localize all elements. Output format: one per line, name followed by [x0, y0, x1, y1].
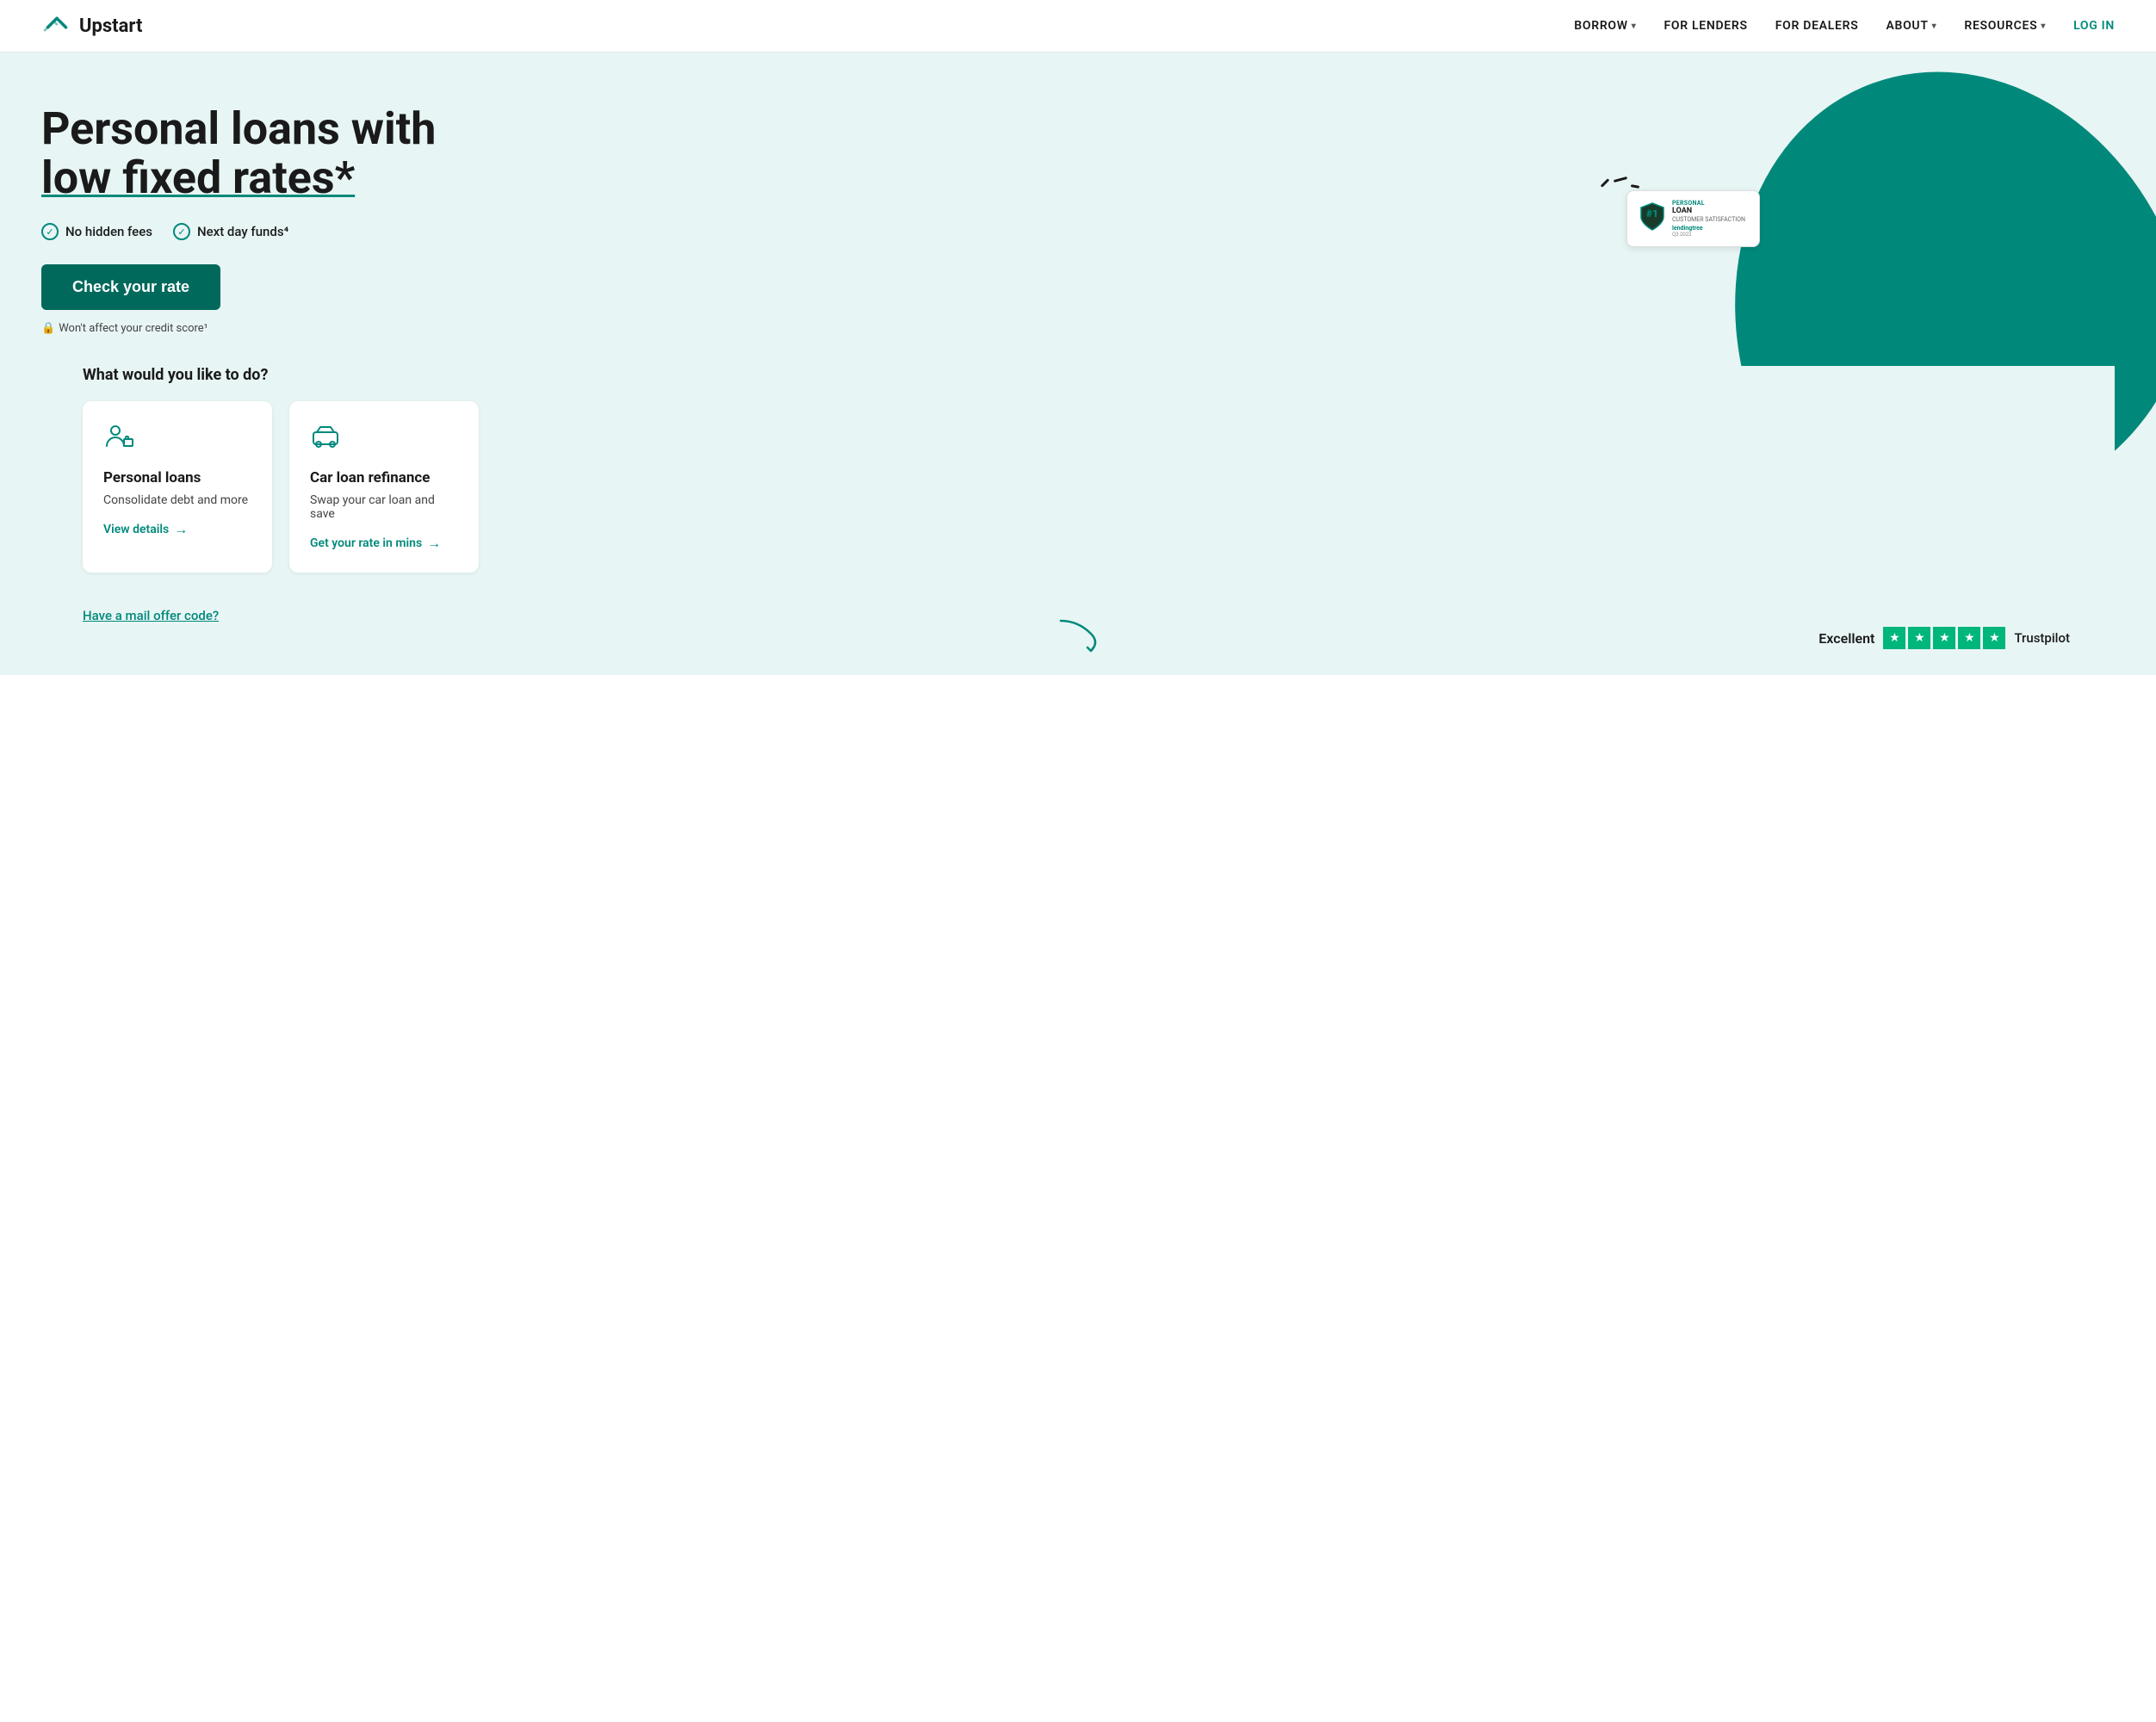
check-circle-icon: ✓ [173, 223, 190, 240]
car-loan-desc: Swap your car loan and save [310, 493, 458, 521]
nav-item-borrow[interactable]: BORROW ▾ [1574, 19, 1636, 33]
svg-text:#1: #1 [1646, 208, 1658, 220]
nav-links: BORROW ▾ FOR LENDERS FOR DEALERS ABOUT ▾… [1574, 19, 2115, 33]
lending-tree-badge: #1 PERSONAL LOAN CUSTOMER SATISFACTION l… [1626, 190, 1760, 247]
logo-text: Upstart [79, 15, 142, 37]
nav-link-borrow[interactable]: BORROW ▾ [1574, 19, 1636, 33]
trustpilot-excellent-label: Excellent [1818, 630, 1874, 647]
credit-score-note: 🔒 Won't affect your credit score¹ [41, 322, 489, 335]
check-rate-button[interactable]: Check your rate [41, 264, 220, 310]
hero-section: #1 PERSONAL LOAN CUSTOMER SATISFACTION l… [0, 53, 2156, 675]
check-circle-icon: ✓ [41, 223, 59, 240]
logo[interactable]: Upstart [41, 14, 142, 38]
hero-content: Personal loans with low fixed rates* ✓ N… [41, 104, 489, 366]
sparkle-decoration [1600, 182, 1639, 188]
car-loan-card[interactable]: Car loan refinance Swap your car loan an… [289, 401, 479, 573]
mail-offer-link[interactable]: Have a mail offer code? [83, 608, 219, 623]
nav-item-login[interactable]: LOG IN [2073, 19, 2115, 33]
hero-feature-badges: ✓ No hidden fees ✓ Next day funds⁴ [41, 223, 489, 240]
next-day-funds-badge: ✓ Next day funds⁴ [173, 223, 288, 240]
star-4: ★ [1958, 627, 1980, 649]
lending-tree-logo-area: lendingtree Q3 2022 [1672, 225, 1745, 238]
arrow-right-icon: → [174, 521, 188, 538]
personal-loans-desc: Consolidate debt and more [103, 493, 251, 507]
arrow-right-icon: → [427, 535, 441, 552]
personal-loans-link[interactable]: View details → [103, 521, 251, 538]
nav-item-resources[interactable]: RESOURCES ▾ [1964, 19, 2046, 33]
nav-link-login[interactable]: LOG IN [2073, 19, 2115, 33]
chevron-down-icon: ▾ [1632, 22, 1637, 31]
lock-icon: 🔒 [41, 322, 55, 335]
trustpilot-brand-label: Trustpilot [2014, 630, 2070, 646]
what-section: What would you like to do? Personal loan… [41, 366, 2115, 590]
no-hidden-fees-badge: ✓ No hidden fees [41, 223, 152, 240]
product-cards-row: Personal loans Consolidate debt and more… [83, 401, 2073, 573]
nav-item-about[interactable]: ABOUT ▾ [1886, 19, 1936, 33]
nav-link-resources[interactable]: RESOURCES ▾ [1964, 19, 2046, 33]
personal-loans-title: Personal loans [103, 469, 251, 486]
personal-loans-card[interactable]: Personal loans Consolidate debt and more… [83, 401, 272, 573]
car-loan-link[interactable]: Get your rate in mins → [310, 535, 458, 552]
star-2: ★ [1908, 627, 1930, 649]
trustpilot-rating: Excellent ★ ★ ★ ★ ★ Trustpilot [1818, 627, 2070, 649]
car-loan-icon [310, 422, 458, 459]
navigation: Upstart BORROW ▾ FOR LENDERS FOR DEALERS… [0, 0, 2156, 53]
nav-link-for-dealers[interactable]: FOR DEALERS [1775, 19, 1859, 33]
hero-headline-underline: low fixed rates* [41, 152, 355, 204]
star-1: ★ [1883, 627, 1905, 649]
nav-link-for-lenders[interactable]: FOR LENDERS [1664, 19, 1748, 33]
nav-item-for-lenders[interactable]: FOR LENDERS [1664, 19, 1748, 33]
hero-headline: Personal loans with low fixed rates* [41, 104, 489, 202]
bottom-section [0, 675, 2156, 744]
nav-link-about[interactable]: ABOUT ▾ [1886, 19, 1936, 33]
badge-text: PERSONAL LOAN CUSTOMER SATISFACTION lend… [1672, 200, 1745, 238]
star-5: ★ [1983, 627, 2005, 649]
chevron-down-icon: ▾ [2041, 22, 2046, 31]
what-title: What would you like to do? [83, 366, 2073, 384]
star-3: ★ [1933, 627, 1955, 649]
car-loan-title: Car loan refinance [310, 469, 458, 486]
nav-item-for-dealers[interactable]: FOR DEALERS [1775, 19, 1859, 33]
scroll-arrow-decoration [1052, 616, 1104, 666]
chevron-down-icon: ▾ [1932, 22, 1937, 31]
logo-icon [41, 14, 72, 38]
personal-loan-icon [103, 422, 251, 459]
badge-shield-icon: #1 [1639, 201, 1665, 236]
trustpilot-stars: ★ ★ ★ ★ ★ [1883, 627, 2005, 649]
